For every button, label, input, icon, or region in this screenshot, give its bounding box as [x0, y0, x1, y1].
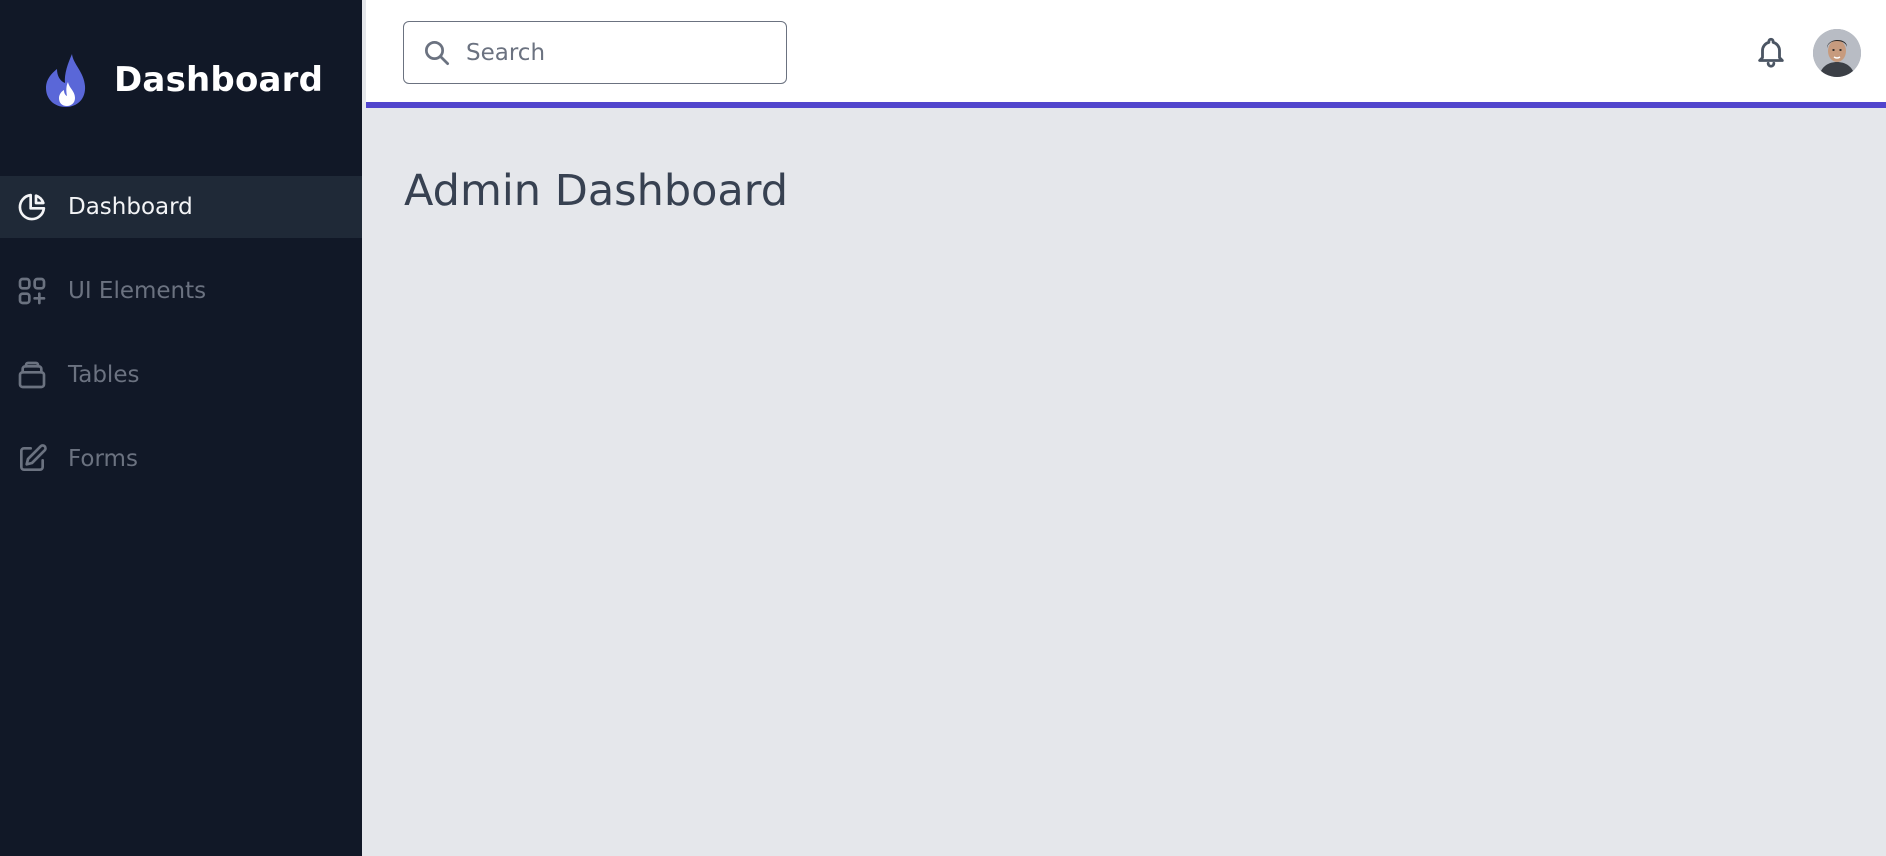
page-title: Admin Dashboard: [404, 166, 788, 216]
avatar-photo-icon: [1813, 29, 1861, 77]
sidebar-item-label: Tables: [68, 362, 140, 388]
user-avatar[interactable]: [1813, 29, 1861, 77]
sidebar-item-forms[interactable]: Forms: [0, 428, 362, 490]
sidebar-item-ui-elements[interactable]: UI Elements: [0, 260, 362, 322]
sidebar: Dashboard Dashboard UI Elements Tables F…: [0, 0, 362, 856]
search-box[interactable]: [403, 21, 787, 84]
chart-pie-icon: [18, 193, 46, 221]
sidebar-item-label: UI Elements: [68, 278, 207, 304]
bell-icon[interactable]: [1754, 34, 1788, 70]
pencil-square-icon: [20, 444, 47, 471]
search-icon: [425, 40, 449, 65]
brand-title: Dashboard: [114, 60, 324, 100]
sidebar-item-label: Forms: [68, 446, 138, 472]
sidebar-item-dashboard[interactable]: Dashboard: [0, 176, 362, 238]
sidebar-nav: Dashboard UI Elements Tables Forms: [0, 176, 362, 512]
brand[interactable]: Dashboard: [42, 52, 323, 108]
sidebar-item-tables[interactable]: Tables: [0, 344, 362, 406]
search-input[interactable]: [466, 39, 766, 66]
app-root: Dashboard Dashboard UI Elements Tables F…: [0, 0, 1886, 856]
sidebar-item-label: Dashboard: [68, 194, 193, 220]
archive-tray-icon: [18, 361, 46, 389]
top-header: [366, 0, 1886, 108]
main-content: Admin Dashboard: [362, 108, 1886, 856]
flame-logo-icon: [46, 54, 86, 107]
grid-plus-icon: [18, 277, 46, 305]
